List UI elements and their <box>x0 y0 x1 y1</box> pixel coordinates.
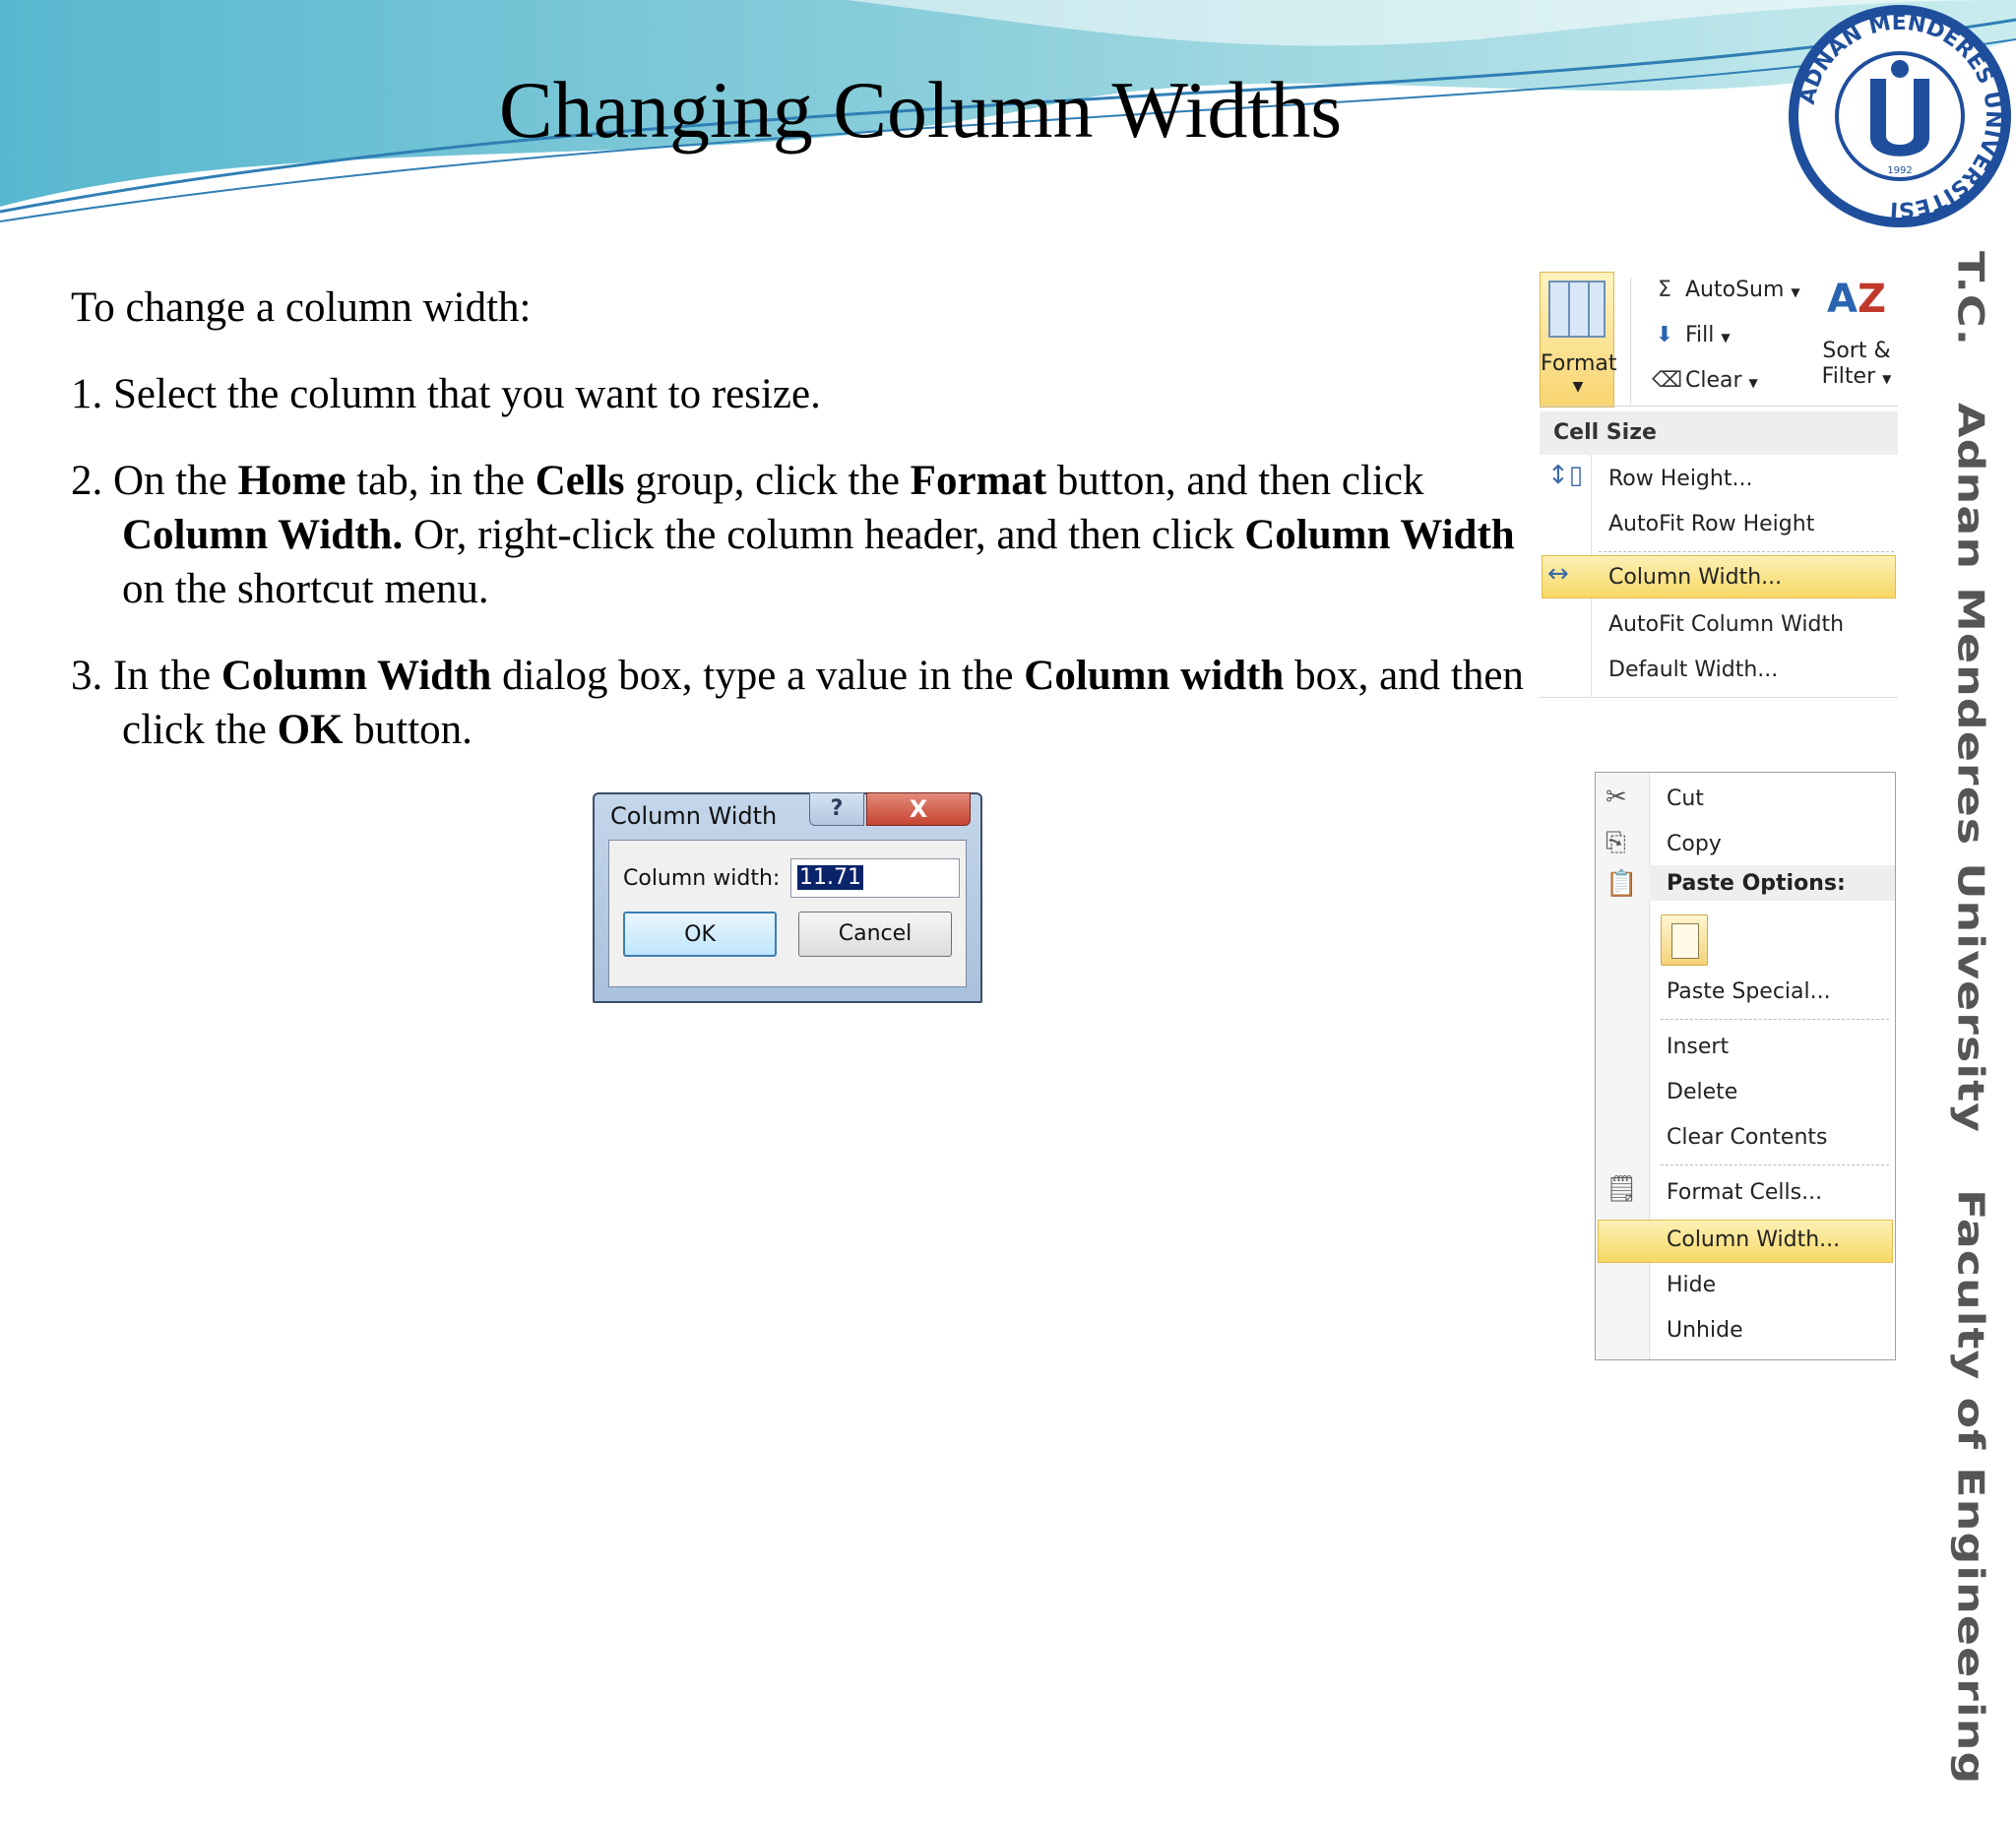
scissors-icon: ✂ <box>1606 783 1627 812</box>
ctx-unhide[interactable]: Unhide <box>1667 1318 1743 1343</box>
university-logo: 1992 ADNAN MENDERES ÜNİVERSİTESİ <box>1789 5 2011 227</box>
vertical-text-faculty: Faculty of Engineering <box>1949 1189 1992 1786</box>
fill-button[interactable]: ⬇ Fill ▼ <box>1652 323 1731 347</box>
format-label: Format <box>1541 351 1617 376</box>
clipboard-icon <box>1671 923 1699 959</box>
eraser-icon: ⌫ <box>1652 368 1683 393</box>
column-width-icon: ↔ <box>1547 559 1569 589</box>
clear-label: Clear <box>1685 368 1742 393</box>
paste-button[interactable] <box>1661 914 1708 966</box>
intro-text: To change a column width: <box>71 284 532 331</box>
ok-button[interactable]: OK <box>623 912 777 957</box>
column-width-input[interactable]: 11.71 <box>790 858 960 898</box>
sort-filter-button[interactable]: AZ Sort & Filter ▼ <box>1817 278 1896 392</box>
dialog-title: Column Width <box>610 802 778 830</box>
chevron-down-icon: ▼ <box>1572 379 1584 395</box>
ctx-copy[interactable]: Copy <box>1667 832 1722 856</box>
column-width-value: 11.71 <box>797 865 863 890</box>
ctx-hide[interactable]: Hide <box>1667 1273 1716 1297</box>
ctx-clear-contents[interactable]: Clear Contents <box>1667 1125 1828 1150</box>
ctx-insert[interactable]: Insert <box>1667 1035 1729 1059</box>
fill-label: Fill <box>1685 323 1715 347</box>
context-separator <box>1661 1019 1889 1020</box>
ribbon-bottom-border <box>1540 406 1898 410</box>
dialog-help-button[interactable]: ? <box>809 792 864 826</box>
menu-separator <box>1599 551 1894 552</box>
menu-autofit-row-height[interactable]: AutoFit Row Height <box>1608 512 1814 536</box>
cancel-button[interactable]: Cancel <box>798 912 952 957</box>
svg-text:1992: 1992 <box>1887 165 1912 176</box>
row-height-icon: ↕▯ <box>1547 461 1584 490</box>
ctx-column-width[interactable]: Column Width... <box>1667 1227 1840 1252</box>
sort-az-icon: AZ <box>1827 277 1886 322</box>
format-cells-icon: 🗒 <box>1606 1174 1639 1204</box>
instructions-body: To change a column width: 1. Select the … <box>71 281 1528 789</box>
chevron-down-icon: ▼ <box>1791 285 1800 299</box>
fill-down-icon: ⬇ <box>1655 323 1674 347</box>
ctx-paste-options: Paste Options: <box>1667 871 1846 896</box>
column-width-label: Column width: <box>623 866 781 891</box>
autosum-button[interactable]: Σ AutoSum ▼ <box>1652 278 1800 302</box>
step-2-text: 2. On the Home tab, in the Cells group, … <box>71 458 1515 612</box>
shortcut-context-menu: ✂ Cut ⎘ Copy 📋 Paste Options: Paste Spec… <box>1595 772 1896 1360</box>
format-dropdown-menu: Cell Size ↕▯ Row Height... AutoFit Row H… <box>1540 411 1898 698</box>
vertical-text-tc: T.C. <box>1949 251 1992 347</box>
sigma-icon: Σ <box>1658 278 1671 302</box>
menu-default-width[interactable]: Default Width... <box>1608 658 1778 682</box>
copy-icon: ⎘ <box>1606 828 1626 857</box>
format-grid-icon <box>1548 281 1606 338</box>
ctx-cut[interactable]: Cut <box>1667 787 1704 811</box>
vertical-side-text: T.C. Adnan Menderes University Faculty o… <box>1937 251 1992 1786</box>
menu-column-width[interactable]: Column Width... <box>1608 565 1782 590</box>
sort-label-1: Sort & <box>1822 339 1891 363</box>
step-1-text: 1. Select the column that you want to re… <box>71 371 821 417</box>
chevron-down-icon: ▼ <box>1721 331 1731 345</box>
ctx-delete[interactable]: Delete <box>1667 1080 1737 1104</box>
context-separator <box>1661 1164 1889 1165</box>
column-width-dialog: Column Width ? X Column width: 11.71 OK … <box>593 792 982 1003</box>
ctx-paste-special[interactable]: Paste Special... <box>1667 979 1831 1004</box>
slide-title: Changing Column Widths <box>498 65 1343 155</box>
ribbon-separator <box>1630 278 1631 404</box>
ribbon-cells-editing: Format ▼ Σ AutoSum ▼ ⬇ Fill ▼ ⌫ Clear ▼ AZ … <box>1540 272 1898 409</box>
vertical-text-university: Adnan Menderes University <box>1949 403 1992 1134</box>
dialog-body: Column width: 11.71 OK Cancel <box>608 840 967 987</box>
clear-button[interactable]: ⌫ Clear ▼ <box>1652 368 1758 393</box>
menu-autofit-column-width[interactable]: AutoFit Column Width <box>1608 612 1844 637</box>
autosum-label: AutoSum <box>1685 278 1785 302</box>
format-button[interactable]: Format ▼ <box>1540 272 1617 408</box>
chevron-down-icon: ▼ <box>1748 376 1758 390</box>
paste-icon: 📋 <box>1606 869 1638 899</box>
ctx-format-cells[interactable]: Format Cells... <box>1667 1180 1822 1205</box>
dialog-close-button[interactable]: X <box>866 792 971 826</box>
sort-label-2: Filter ▼ <box>1821 364 1892 389</box>
menu-row-height[interactable]: Row Height... <box>1608 467 1752 491</box>
cell-size-header: Cell Size <box>1540 411 1898 455</box>
context-menu-gutter <box>1596 773 1650 1359</box>
step-3-text: 3. In the Column Width dialog box, type … <box>71 653 1524 753</box>
